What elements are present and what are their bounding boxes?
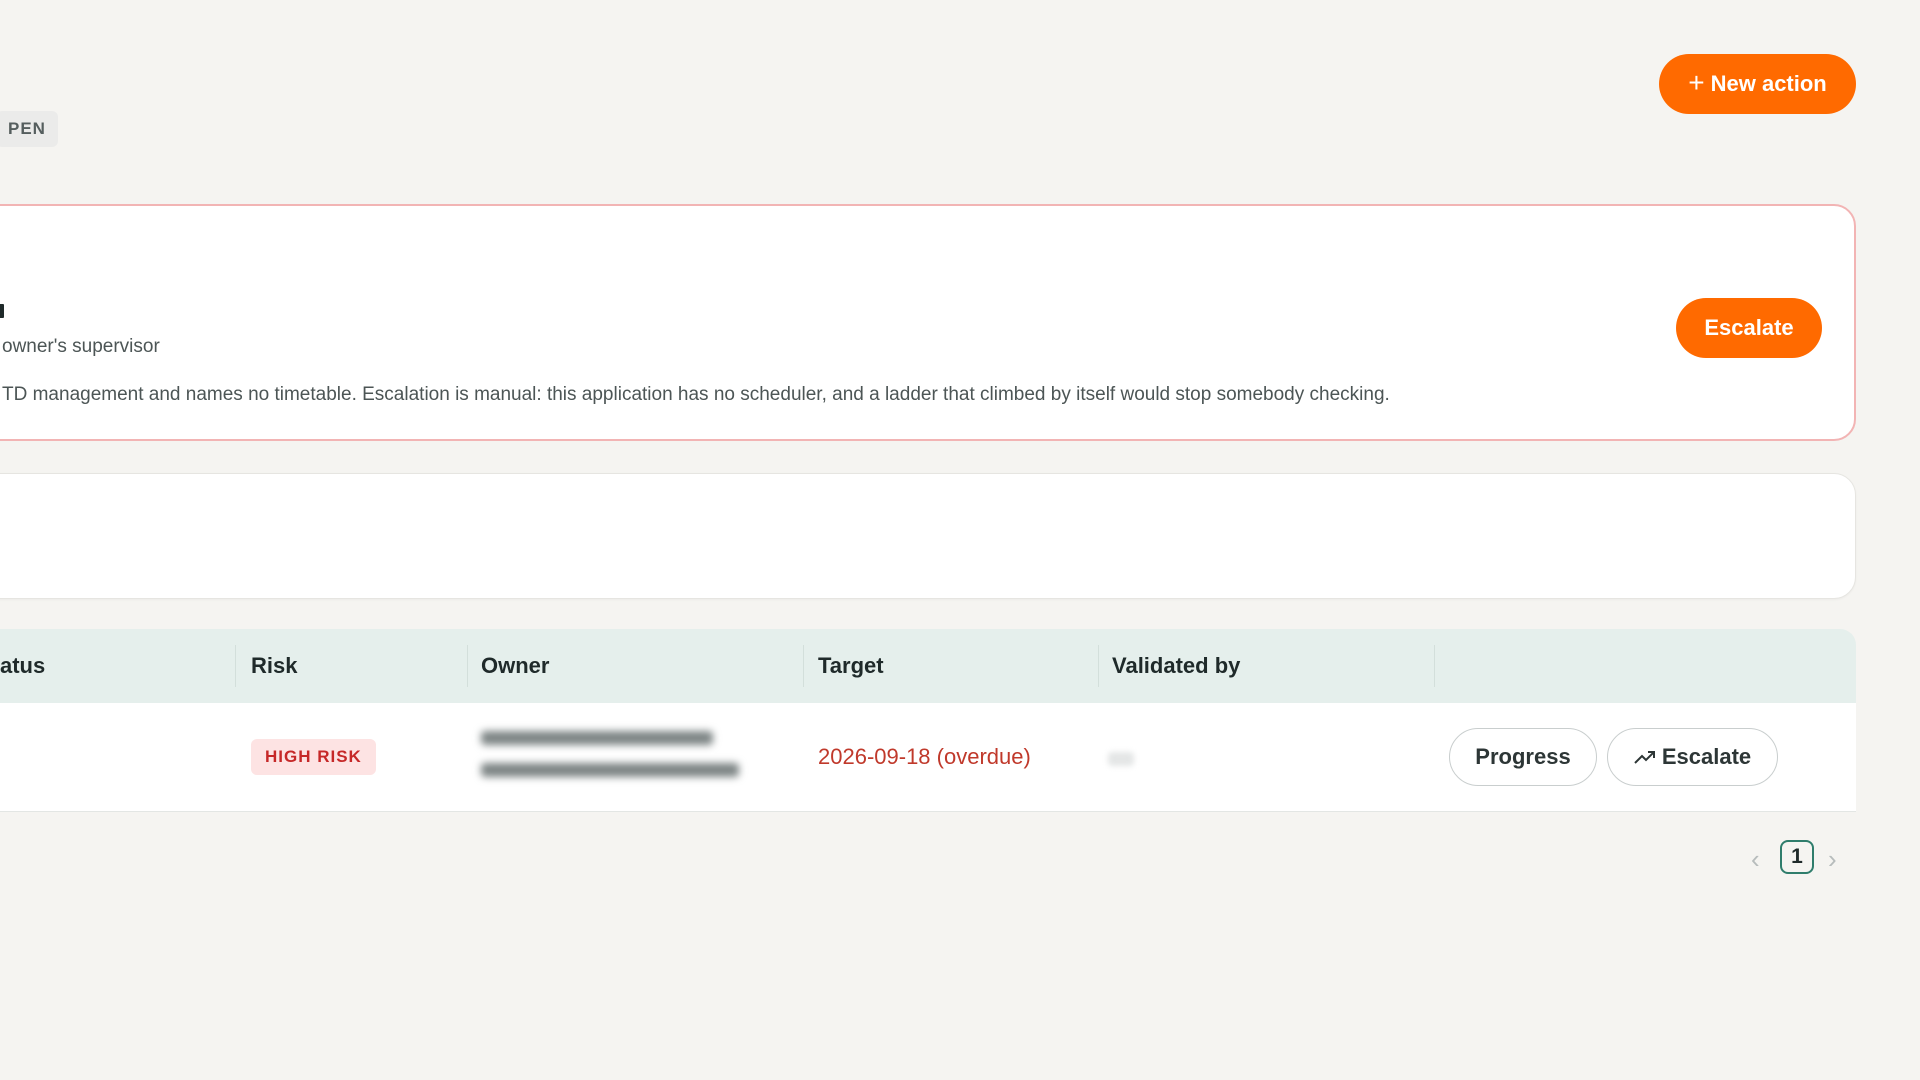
pagination-page-1[interactable]: 1 xyxy=(1780,840,1814,874)
actions-page: ff. + New action owner's supervisor TD m… xyxy=(0,0,1920,1080)
chevron-left-icon[interactable]: ‹ xyxy=(1751,844,1760,875)
column-header-owner[interactable]: Owner xyxy=(481,629,549,703)
plus-icon: + xyxy=(1688,67,1705,98)
actions-table: atus Risk Owner Target Validated by xyxy=(0,629,1856,812)
status-badge: PEN xyxy=(0,111,58,147)
column-header-target[interactable]: Target xyxy=(818,629,884,703)
escalation-description: TD management and names no timetable. Es… xyxy=(2,384,1390,405)
validated-by-value xyxy=(1108,752,1134,766)
filter-card xyxy=(0,473,1856,599)
new-action-label: New action xyxy=(1710,71,1827,96)
column-header-risk[interactable]: Risk xyxy=(251,629,297,703)
column-header-status[interactable]: atus xyxy=(0,629,45,703)
escalation-subtitle: owner's supervisor xyxy=(2,336,160,357)
table-header: atus Risk Owner Target Validated by xyxy=(0,629,1856,703)
escalate-button[interactable]: Escalate xyxy=(1676,298,1822,358)
owner-name xyxy=(481,731,739,777)
risk-badge: HIGH RISK xyxy=(251,739,376,775)
new-action-button[interactable]: + New action xyxy=(1659,54,1856,114)
trend-up-icon xyxy=(1634,751,1655,764)
target-date: 2026-09-18 (overdue) xyxy=(818,744,1031,769)
progress-label: Progress xyxy=(1475,744,1571,769)
column-header-validated-by[interactable]: Validated by xyxy=(1112,629,1240,703)
progress-button[interactable]: Progress xyxy=(1449,728,1597,786)
row-escalate-button[interactable]: Escalate xyxy=(1607,728,1778,786)
row-escalate-label: Escalate xyxy=(1661,744,1752,769)
escalation-heading-fragment xyxy=(0,304,4,318)
chevron-right-icon[interactable]: › xyxy=(1828,844,1837,875)
escalation-card: owner's supervisor TD management and nam… xyxy=(0,204,1856,441)
